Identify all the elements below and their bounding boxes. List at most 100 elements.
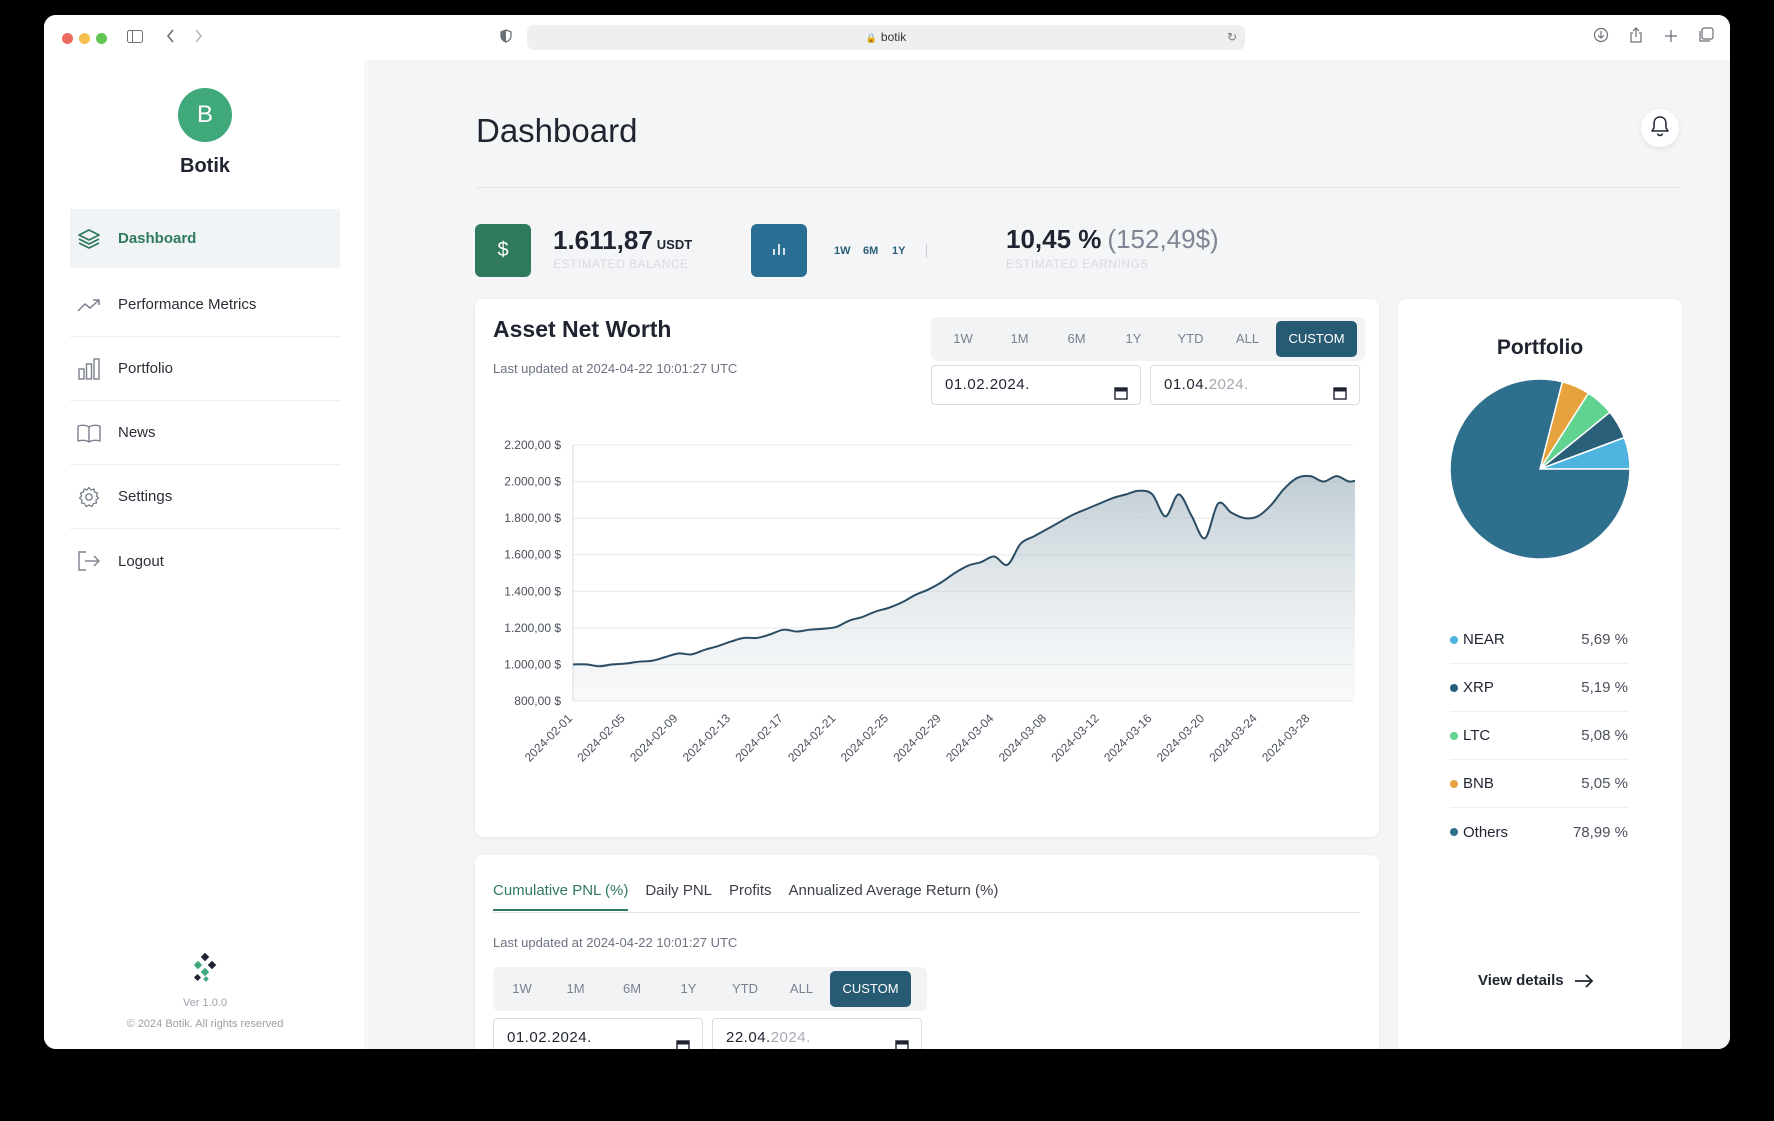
date-to-value: 22.04. [726, 1029, 771, 1046]
balance-label: ESTIMATED BALANCE [553, 257, 689, 271]
sidebar-item-label: Dashboard [118, 230, 197, 247]
legend-value: 5,19 % [1581, 679, 1628, 696]
legend-dot [1450, 779, 1458, 788]
tab-cumulative-pnl[interactable]: Cumulative PNL (%) [493, 882, 629, 911]
back-icon[interactable] [159, 26, 183, 50]
legend-name: LTC [1463, 727, 1491, 744]
legend-name: Others [1463, 823, 1509, 841]
x-tick-label: 2024-02-09 [627, 711, 681, 765]
share-icon[interactable] [1624, 26, 1648, 50]
shield-icon[interactable] [494, 26, 518, 50]
calendar-icon[interactable] [676, 1030, 690, 1049]
portfolio-title: Portfolio [1496, 336, 1584, 359]
range-all[interactable]: ALL [1219, 321, 1276, 357]
tabs-overview-icon[interactable] [1694, 26, 1718, 50]
asset-date-from-input[interactable]: 01.02.2024. [931, 365, 1141, 405]
range-1w[interactable]: 1W [935, 321, 991, 357]
layers-icon [76, 228, 102, 250]
date-from-value: 01.02.2024. [507, 1029, 592, 1046]
legend-row-others: Others 78,99 % [1450, 808, 1628, 856]
dollar-icon: $ [497, 239, 509, 261]
legend-row-near: NEAR 5,69 % [1450, 616, 1628, 664]
pnl-card: Cumulative PNL (%) Daily PNL Profits Ann… [475, 855, 1379, 1049]
range-1y[interactable]: 1Y [660, 971, 717, 1007]
asset-card-title: Asset Net Worth [493, 316, 672, 342]
legend-dot [1450, 731, 1458, 740]
sidebar-item-logout[interactable]: Logout [70, 529, 340, 593]
legend-dot [1450, 828, 1458, 836]
tab-daily-pnl[interactable]: Daily PNL [645, 882, 712, 911]
download-icon[interactable] [1589, 26, 1613, 50]
range-1m[interactable]: 1M [547, 971, 604, 1007]
tab-profits[interactable]: Profits [729, 882, 772, 911]
pnl-date-from-input[interactable]: 01.02.2024. [493, 1018, 703, 1049]
lock-icon: 🔒 [865, 34, 877, 44]
range-all[interactable]: ALL [773, 971, 830, 1007]
range-ytd[interactable]: YTD [1162, 321, 1219, 357]
calendar-icon[interactable] [895, 1030, 909, 1049]
y-tick-label: 2.200,00 $ [504, 438, 561, 452]
main-content: Dashboard $ 1.611,87 USDT ESTIMATED BALAN… [367, 60, 1730, 1049]
minimize-window-button[interactable] [79, 33, 90, 44]
x-tick-label: 2024-02-21 [785, 711, 839, 765]
calendar-icon[interactable] [1333, 377, 1347, 400]
tab-annualized-return[interactable]: Annualized Average Return (%) [789, 882, 999, 911]
address-bar[interactable]: 🔒 botik ↻ [527, 25, 1245, 50]
notifications-button[interactable] [1641, 109, 1679, 147]
botik-logo-icon [192, 952, 220, 983]
range-1y[interactable]: 1Y [1105, 321, 1162, 357]
x-tick-label: 2024-02-25 [838, 711, 892, 765]
legend-name: BNB [1463, 775, 1494, 792]
reload-icon[interactable]: ↻ [1227, 25, 1237, 50]
range-custom[interactable]: CUSTOM [830, 971, 911, 1007]
earnings-range-6m[interactable]: 6M [863, 245, 878, 257]
range-1m[interactable]: 1M [991, 321, 1048, 357]
pnl-date-to-input[interactable]: 22.04.2024. [712, 1018, 922, 1049]
balance-icon-box: $ [475, 224, 531, 277]
pnl-tabs: Cumulative PNL (%) Daily PNL Profits Ann… [493, 882, 1015, 911]
sidebar-item-label: Portfolio [118, 360, 174, 377]
view-details-label: View details [1478, 972, 1564, 989]
x-tick-label: 2024-02-13 [680, 711, 734, 765]
x-tick-label: 2024-03-12 [1048, 711, 1102, 765]
earnings-range-1w[interactable]: 1W [834, 245, 851, 257]
new-tab-icon[interactable] [1659, 26, 1683, 50]
y-tick-label: 2.000,00 $ [504, 475, 561, 489]
calendar-icon[interactable] [1114, 377, 1128, 400]
range-1w[interactable]: 1W [497, 971, 547, 1007]
close-window-button[interactable] [62, 33, 73, 44]
sidebar-item-portfolio[interactable]: Portfolio [70, 337, 340, 401]
legend-dot [1450, 683, 1458, 692]
asset-date-to-input[interactable]: 01.04.2024. [1150, 365, 1360, 405]
legend-value: 5,69 % [1581, 631, 1628, 648]
x-tick-label: 2024-02-05 [574, 711, 628, 765]
portfolio-card: Portfolio NEAR 5,69 % XRP 5,19 % LTC 5,0… [1398, 299, 1682, 1049]
range-6m[interactable]: 6M [604, 971, 660, 1007]
sidebar-item-settings[interactable]: Settings [70, 465, 340, 529]
legend-row-xrp: XRP 5,19 % [1450, 664, 1628, 712]
date-to-year: 2024. [770, 1029, 811, 1046]
y-tick-label: 800,00 $ [514, 694, 561, 708]
asset-range-selector: 1W 1M 6M 1Y YTD ALL CUSTOM [931, 317, 1365, 361]
range-6m[interactable]: 6M [1048, 321, 1105, 357]
forward-icon[interactable] [186, 26, 210, 50]
view-details-link[interactable]: View details [1478, 972, 1594, 989]
sidebar-toggle-icon[interactable] [123, 26, 147, 50]
range-ytd[interactable]: YTD [717, 971, 773, 1007]
date-to-year: 2024. [1208, 376, 1249, 393]
earnings-range-1y[interactable]: 1Y [892, 245, 905, 257]
range-custom[interactable]: CUSTOM [1276, 321, 1357, 357]
avatar[interactable]: B [178, 88, 232, 142]
earnings-label: ESTIMATED EARNINGS [1006, 257, 1149, 271]
y-tick-label: 1.400,00 $ [504, 584, 561, 598]
tabs-divider [493, 912, 1360, 913]
x-tick-label: 2024-02-01 [522, 711, 576, 765]
sidebar-item-news[interactable]: News [70, 401, 340, 465]
sidebar-item-dashboard[interactable]: Dashboard [70, 209, 340, 268]
y-tick-label: 1.800,00 $ [504, 511, 561, 525]
copyright-text: © 2024 Botik. All rights reserved [126, 1018, 284, 1030]
zoom-window-button[interactable] [96, 33, 107, 44]
legend-value: 5,05 % [1581, 775, 1628, 792]
sidebar-item-performance-metrics[interactable]: Performance Metrics [70, 273, 340, 337]
earnings-percent: 10,45 % [1006, 224, 1102, 254]
